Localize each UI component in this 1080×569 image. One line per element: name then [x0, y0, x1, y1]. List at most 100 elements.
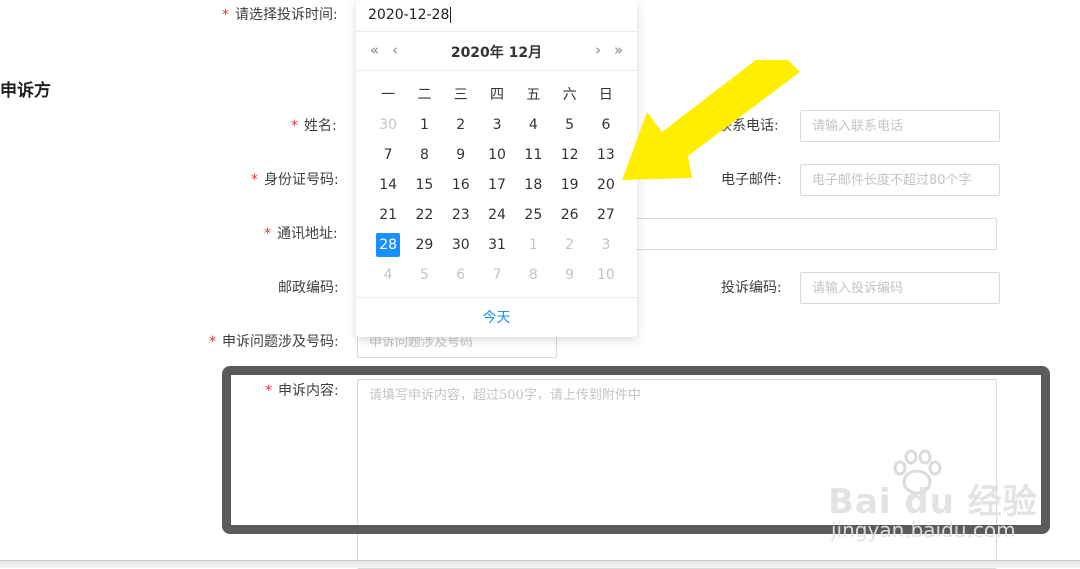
- calendar-day[interactable]: 21: [370, 200, 406, 230]
- calendar-day[interactable]: 31: [479, 230, 515, 260]
- calendar-day[interactable]: 11: [515, 140, 551, 170]
- calendar-day-number: 30: [379, 117, 398, 133]
- calendar-day[interactable]: 30: [443, 230, 479, 260]
- weekday-header: 二: [417, 87, 432, 103]
- calendar-day[interactable]: 10: [479, 140, 515, 170]
- calendar-day-number: 29: [415, 237, 434, 253]
- calendar-day-number: 23: [451, 207, 470, 223]
- phone-input[interactable]: [800, 110, 1000, 142]
- complaint-time-label: * 请选择投诉时间:: [222, 7, 338, 23]
- date-picker-dropdown: 2020-12-28 « ‹ 2020年 12月 › » 一 二 三 四 五 六…: [356, 0, 637, 337]
- calendar-day-number: 24: [488, 207, 506, 223]
- calendar-day[interactable]: 4: [370, 260, 406, 290]
- number-label: * 申诉问题涉及号码:: [209, 334, 339, 350]
- calendar-day[interactable]: 23: [443, 200, 479, 230]
- calendar-week-row: 4 5 6 7 8 9 10: [370, 260, 624, 290]
- calendar-day-number: 16: [451, 177, 470, 193]
- next-year-button[interactable]: »: [614, 41, 623, 59]
- calendar-day[interactable]: 28: [370, 230, 406, 260]
- calendar-week-row: 28 29 30 31 1 2 3: [370, 230, 624, 260]
- calendar-week-row: 14 15 16 17 18 19 20: [370, 170, 624, 200]
- calendar-day[interactable]: 16: [443, 170, 479, 200]
- calendar-week-row: 7 8 9 10 11 12 13: [370, 140, 624, 170]
- calendar-day-number: 10: [597, 267, 615, 283]
- weekday-header: 三: [453, 87, 468, 103]
- calendar-day[interactable]: 9: [551, 260, 587, 290]
- weekday-header: 四: [490, 87, 505, 103]
- calendar-day-number: 28: [376, 233, 401, 257]
- calendar-day[interactable]: 4: [515, 110, 551, 140]
- calendar-day[interactable]: 1: [515, 230, 551, 260]
- calendar-day[interactable]: 3: [479, 110, 515, 140]
- section-title: 申诉方: [0, 81, 51, 101]
- calendar-day[interactable]: 8: [515, 260, 551, 290]
- calendar-day[interactable]: 6: [443, 260, 479, 290]
- arrow-shape: [622, 60, 800, 180]
- calendar-day[interactable]: 30: [370, 110, 406, 140]
- calendar-day[interactable]: 27: [588, 200, 624, 230]
- calendar-day-number: 27: [597, 207, 615, 223]
- name-label: * 姓名:: [291, 118, 337, 134]
- text-caret: [450, 7, 452, 23]
- calendar-day[interactable]: 12: [551, 140, 587, 170]
- complaint-code-label: 投诉编码:: [721, 280, 782, 296]
- calendar-day-number: 2: [565, 237, 575, 253]
- calendar-day[interactable]: 7: [479, 260, 515, 290]
- calendar-day[interactable]: 19: [551, 170, 587, 200]
- calendar-day-number: 30: [451, 237, 470, 253]
- calendar-day-number: 18: [524, 177, 543, 193]
- calendar-day-number: 8: [528, 267, 538, 283]
- weekday-header: 六: [562, 87, 577, 103]
- calendar-day-number: 21: [379, 207, 398, 223]
- calendar-day-number: 19: [560, 177, 579, 193]
- calendar-day[interactable]: 10: [588, 260, 624, 290]
- next-month-button[interactable]: ›: [595, 41, 601, 59]
- calendar-day[interactable]: 15: [406, 170, 442, 200]
- weekday-header: 一: [381, 87, 396, 103]
- calendar-day-number: 3: [601, 237, 611, 253]
- calendar-day-number: 8: [419, 147, 429, 163]
- calendar-week-row: 21 22 23 24 25 26 27: [370, 200, 624, 230]
- calendar-day-number: 12: [560, 147, 579, 163]
- calendar-weeks: 30 1 2 3 4 5 6 7 8 9 10 11 12 13 14 15 16 17 18 19 20 21 22 23 2…: [370, 110, 624, 290]
- calendar-day[interactable]: 14: [370, 170, 406, 200]
- required-marker: *: [251, 172, 258, 188]
- calendar-day[interactable]: 8: [406, 140, 442, 170]
- calendar-day-number: 9: [456, 147, 466, 163]
- calendar-day[interactable]: 9: [443, 140, 479, 170]
- arrow-annotation-icon: [622, 60, 800, 180]
- date-input[interactable]: 2020-12-28: [356, 0, 637, 32]
- calendar-day-number: 1: [419, 117, 429, 133]
- calendar-day-number: 10: [488, 147, 506, 163]
- calendar-day[interactable]: 7: [370, 140, 406, 170]
- required-marker: *: [291, 118, 298, 134]
- calendar-day[interactable]: 3: [588, 230, 624, 260]
- calendar-day[interactable]: 18: [515, 170, 551, 200]
- calendar-day-number: 2: [456, 117, 466, 133]
- calendar-day[interactable]: 1: [406, 110, 442, 140]
- complaint-code-input[interactable]: [800, 272, 1000, 304]
- calendar-day[interactable]: 5: [406, 260, 442, 290]
- calendar-day[interactable]: 26: [551, 200, 587, 230]
- calendar-day[interactable]: 5: [551, 110, 587, 140]
- calendar-day[interactable]: 17: [479, 170, 515, 200]
- postcode-label: 邮政编码:: [278, 280, 339, 296]
- calendar-day[interactable]: 22: [406, 200, 442, 230]
- calendar-day-number: 31: [488, 237, 506, 253]
- address-label: * 通讯地址:: [264, 226, 338, 242]
- calendar-day[interactable]: 25: [515, 200, 551, 230]
- calendar-day-number: 1: [528, 237, 538, 253]
- calendar-day[interactable]: 2: [551, 230, 587, 260]
- calendar-day-number: 22: [415, 207, 434, 223]
- calendar-day-number: 7: [383, 147, 393, 163]
- calendar-day-number: 26: [560, 207, 579, 223]
- calendar-day-number: 25: [524, 207, 543, 223]
- calendar-day[interactable]: 2: [443, 110, 479, 140]
- calendar-day[interactable]: 29: [406, 230, 442, 260]
- required-marker: *: [264, 226, 271, 242]
- calendar-day-number: 17: [488, 177, 506, 193]
- calendar-day-number: 9: [565, 267, 575, 283]
- today-button[interactable]: 今天: [356, 297, 637, 337]
- email-input[interactable]: [800, 164, 1000, 196]
- calendar-day[interactable]: 24: [479, 200, 515, 230]
